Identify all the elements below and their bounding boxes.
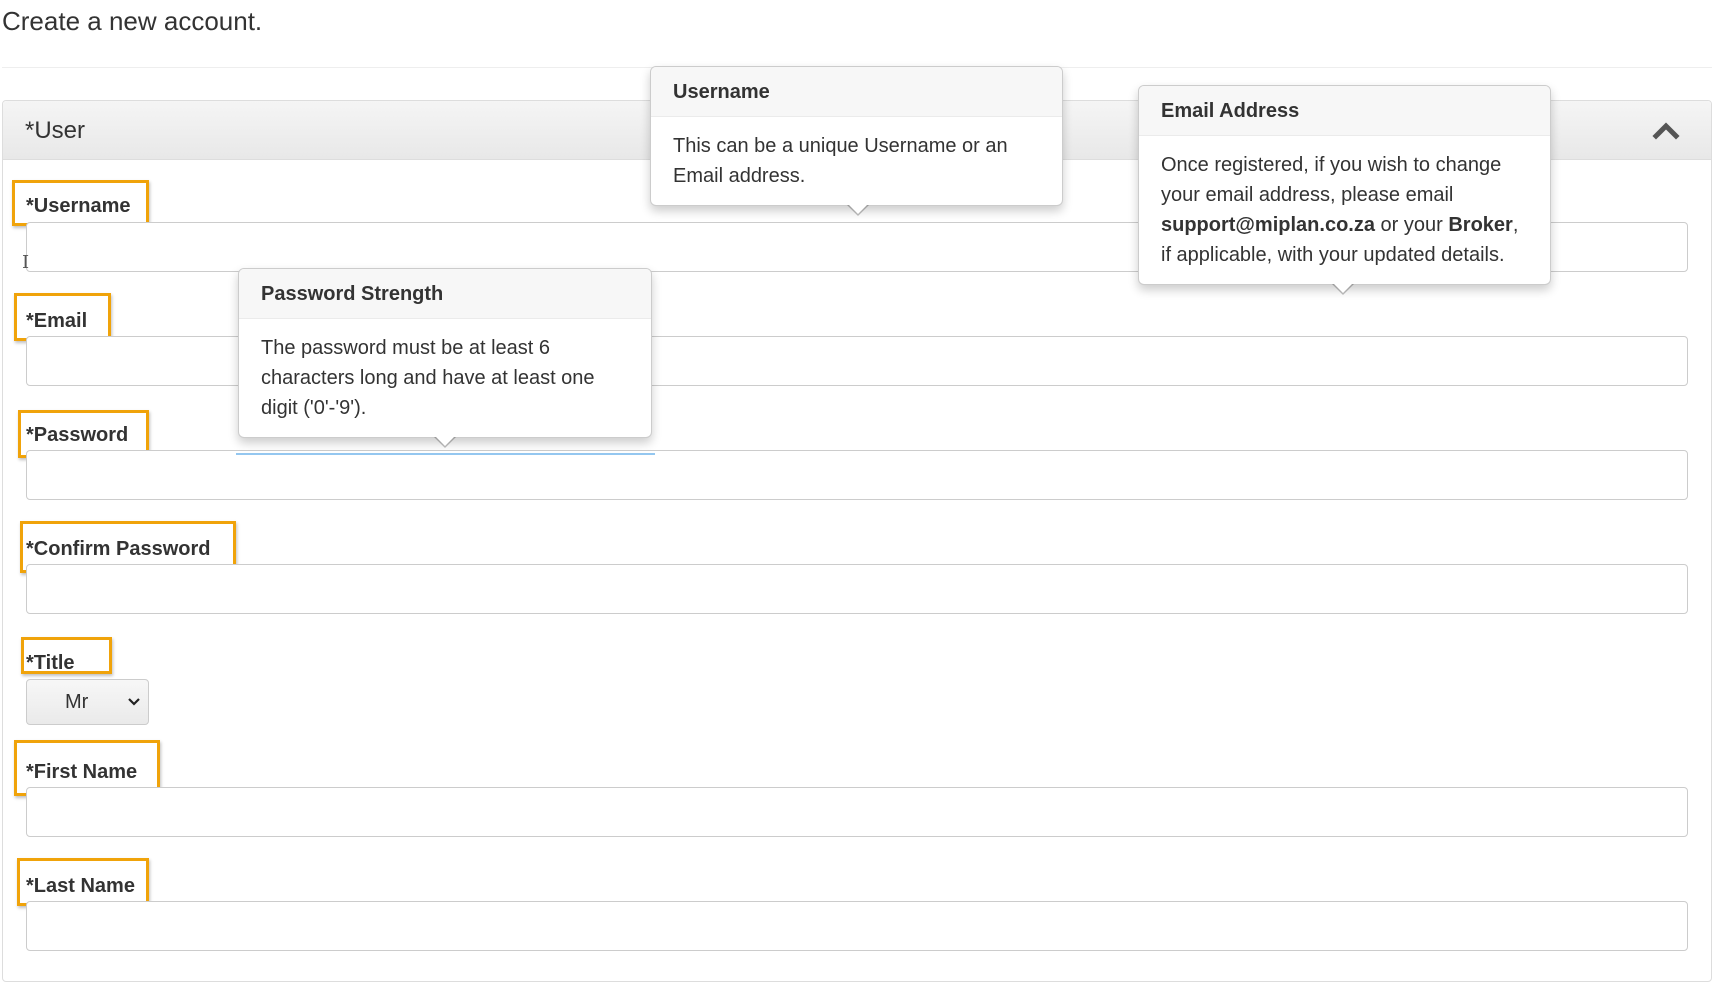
- password-popover-arrow: [434, 436, 456, 448]
- password-input[interactable]: [26, 450, 1688, 500]
- confirm-password-input[interactable]: [26, 564, 1688, 614]
- email-popover-content: Once registered, if you wish to change y…: [1139, 136, 1550, 284]
- email-popover: Email Address Once registered, if you wi…: [1138, 85, 1551, 295]
- email-popover-title: Email Address: [1139, 86, 1550, 136]
- first-name-label: *First Name: [26, 761, 138, 783]
- chevron-down-icon: [127, 695, 141, 714]
- user-panel-title: *User: [25, 117, 86, 144]
- username-popover-content: This can be a unique Username or an Emai…: [673, 135, 1008, 187]
- email-popover-text-1: Once registered, if you wish to change y…: [1161, 154, 1502, 206]
- last-name-label: *Last Name: [26, 875, 135, 897]
- page-title: Create a new account.: [2, 6, 263, 36]
- confirm-password-label: *Confirm Password: [26, 538, 211, 560]
- email-popover-text-2: or your: [1380, 214, 1443, 236]
- password-focus-indicator: [236, 453, 655, 455]
- broker-text: Broker: [1448, 214, 1513, 236]
- username-label: *Username: [26, 195, 131, 217]
- username-popover-title: Username: [651, 67, 1062, 117]
- last-name-input[interactable]: [26, 901, 1688, 951]
- password-popover-content: The password must be at least 6 characte…: [261, 337, 595, 419]
- email-label: *Email: [26, 310, 88, 332]
- chevron-up-icon[interactable]: [1651, 117, 1681, 143]
- username-popover: Username This can be a unique Username o…: [650, 66, 1063, 216]
- password-label: *Password: [26, 424, 129, 446]
- username-popover-arrow: [847, 204, 869, 216]
- title-select-value: Mr: [65, 691, 89, 713]
- password-popover: Password Strength The password must be a…: [238, 268, 652, 448]
- text-cursor-icon: I: [22, 252, 30, 273]
- first-name-input[interactable]: [26, 787, 1688, 837]
- title-label: *Title: [26, 652, 75, 674]
- password-popover-title: Password Strength: [239, 269, 651, 319]
- support-email-link: support@miplan.co.za: [1161, 214, 1375, 236]
- title-select[interactable]: Mr: [26, 679, 149, 725]
- email-popover-arrow: [1332, 283, 1354, 295]
